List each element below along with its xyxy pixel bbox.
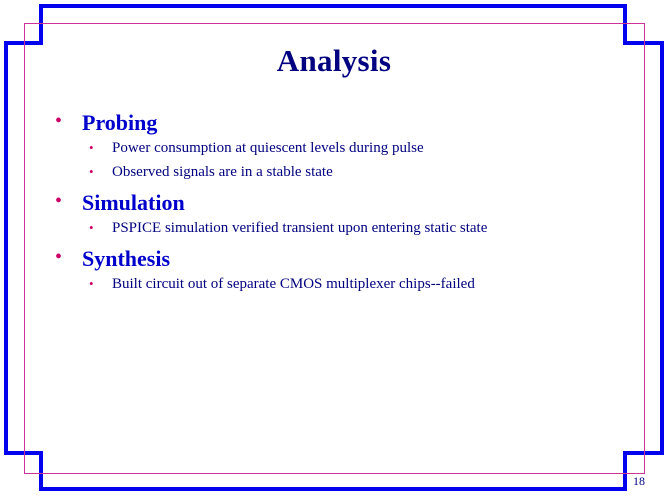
sub-bullet-text: PSPICE simulation verified transient upo… <box>112 220 488 236</box>
sub-bullet-dot-icon: • <box>89 164 94 179</box>
bullet-dot-icon: • <box>55 246 63 268</box>
page-number: 18 <box>633 474 645 488</box>
sub-bullet-dot-icon: • <box>89 220 94 235</box>
sub-bullet-text: Observed signals are in a stable state <box>112 164 333 180</box>
sub-bullet-text: Built circuit out of separate CMOS multi… <box>112 276 475 292</box>
bullet-dot-icon: • <box>55 110 63 132</box>
sub-bullet-dot-icon: • <box>89 276 94 291</box>
bullet-heading: Simulation <box>82 190 185 215</box>
bullet-heading: Synthesis <box>82 246 171 271</box>
sub-bullet-text: Power consumption at quiescent levels du… <box>112 140 424 156</box>
sub-bullet-dot-icon: • <box>89 140 94 155</box>
bullet-dot-icon: • <box>55 190 63 212</box>
bullet-heading: Probing <box>82 110 158 135</box>
slide-title: Analysis <box>276 43 392 78</box>
